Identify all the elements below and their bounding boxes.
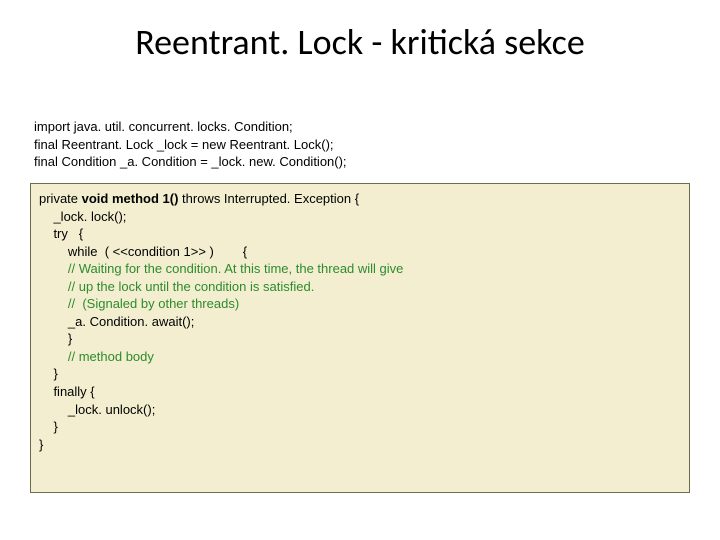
code-comment-2: // up the lock until the condition is sa… xyxy=(39,278,681,296)
code-box: private void method 1() throws Interrupt… xyxy=(30,183,690,493)
code-line-14: } xyxy=(39,418,681,436)
code-line-8: _a. Condition. await(); xyxy=(39,313,681,331)
intro-code: import java. util. concurrent. locks. Co… xyxy=(34,118,347,171)
code-line-13: _lock. unlock(); xyxy=(39,401,681,419)
page-title: Reentrant. Lock - kritická sekce xyxy=(0,20,720,64)
code-keyword: void method 1() xyxy=(82,191,179,206)
code-line-11: } xyxy=(39,365,681,383)
code-comment-3: // (Signaled by other threads) xyxy=(39,295,681,313)
slide: Reentrant. Lock - kritická sekce import … xyxy=(0,0,720,540)
code-line-15: } xyxy=(39,436,681,454)
intro-line-3: final Condition _a. Condition = _lock. n… xyxy=(34,153,347,171)
code-line-12: finally { xyxy=(39,383,681,401)
code-line-4: while ( <<condition 1>> ) { xyxy=(39,243,681,261)
code-text: throws Interrupted. Exception { xyxy=(178,191,359,206)
code-line-3: try { xyxy=(39,225,681,243)
code-text: private xyxy=(39,191,82,206)
code-comment-4: // method body xyxy=(39,348,681,366)
code-line-1: private void method 1() throws Interrupt… xyxy=(39,190,681,208)
code-comment-1: // Waiting for the condition. At this ti… xyxy=(39,260,681,278)
code-line-2: _lock. lock(); xyxy=(39,208,681,226)
intro-line-2: final Reentrant. Lock _lock = new Reentr… xyxy=(34,136,347,154)
code-line-9: } xyxy=(39,330,681,348)
intro-line-1: import java. util. concurrent. locks. Co… xyxy=(34,118,347,136)
